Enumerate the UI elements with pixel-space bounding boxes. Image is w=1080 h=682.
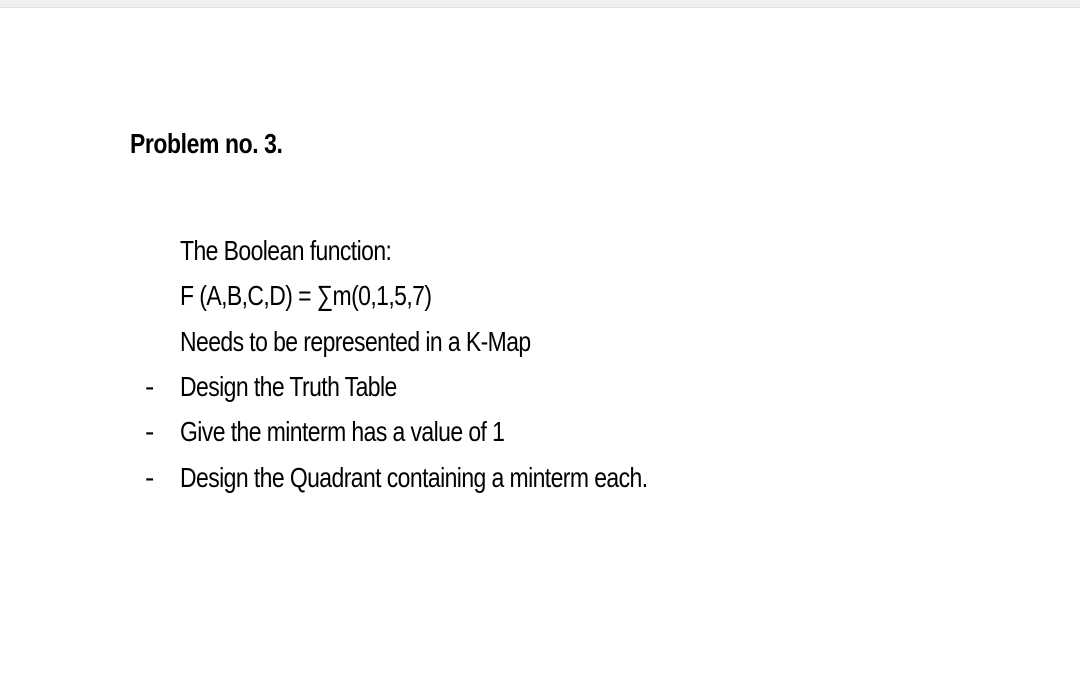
intro-line-2-text: F (A,B,C,D) = ∑m(0,1,5,7)	[180, 273, 431, 318]
intro-line-3: Needs to be represented in a K-Map	[180, 319, 950, 364]
document-content: Problem no. 3. The Boolean function: F (…	[0, 8, 1080, 500]
top-divider	[0, 0, 1080, 8]
list-item-text: Give the minterm has a value of 1	[180, 409, 504, 454]
list-item-text: Design the Quadrant containing a minterm…	[180, 455, 648, 500]
list-item: Give the minterm has a value of 1	[130, 409, 950, 454]
list-item: Design the Quadrant containing a minterm…	[130, 455, 950, 500]
list-item: Design the Truth Table	[130, 364, 950, 409]
intro-line-1-text: The Boolean function:	[180, 228, 391, 273]
task-list: Design the Truth Table Give the minterm …	[130, 364, 950, 500]
intro-line-1: The Boolean function:	[180, 228, 950, 273]
intro-line-3-text: Needs to be represented in a K-Map	[180, 319, 531, 364]
problem-body: The Boolean function: F (A,B,C,D) = ∑m(0…	[130, 228, 950, 364]
intro-line-2: F (A,B,C,D) = ∑m(0,1,5,7)	[180, 273, 950, 318]
problem-heading-text: Problem no. 3.	[130, 128, 282, 160]
problem-heading: Problem no. 3.	[130, 128, 950, 160]
list-item-text: Design the Truth Table	[180, 364, 397, 409]
